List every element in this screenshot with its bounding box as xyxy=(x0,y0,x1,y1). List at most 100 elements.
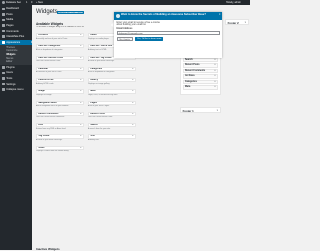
email-field[interactable]: delaware@example.com xyxy=(116,30,220,36)
widget-description: Arbitrary text. xyxy=(88,138,100,141)
collapse-menu-button[interactable]: Collapse menu xyxy=(0,87,32,93)
expand-arrow-icon[interactable]: ▼ xyxy=(214,86,216,88)
new-content-link[interactable]: + New xyxy=(36,1,43,4)
wordpress-logo-icon[interactable] xyxy=(1,1,5,4)
site-name-link[interactable]: Delaware Seo xyxy=(6,1,21,4)
expand-arrow-icon[interactable]: ▼ xyxy=(214,64,216,66)
expand-arrow-icon[interactable]: ▼ xyxy=(80,135,82,137)
widget-description: Your site's most recent Posts. xyxy=(88,116,113,119)
expand-arrow-icon[interactable]: ▼ xyxy=(80,57,82,59)
expand-arrow-icon[interactable]: ▼ xyxy=(132,90,134,92)
widget-item: Calendar ▼ A calendar of your site's Posts… xyxy=(36,66,84,77)
sidebar-widget[interactable]: Recent Posts ▼ xyxy=(182,63,219,68)
expand-arrow-icon[interactable]: ▼ xyxy=(214,59,216,61)
popup-text: Enter your email to receive a free e-cou… xyxy=(116,21,160,27)
comments-count[interactable]: 0 xyxy=(31,1,32,4)
footer-1-header[interactable]: Footer 1 ▼ xyxy=(181,108,220,114)
paintbrush-icon xyxy=(2,41,5,44)
updates-count[interactable]: 1 xyxy=(26,1,27,4)
popup-header: Want to know the Secrets of Building an … xyxy=(114,12,222,20)
submenu-item-editor[interactable]: Editor xyxy=(0,60,32,64)
expand-arrow-icon[interactable]: ▼ xyxy=(80,124,82,126)
newsletter-popup: Want to know the Secrets of Building an … xyxy=(111,12,222,58)
widget-name: Pages xyxy=(90,101,97,104)
sidebar-widget-name: Recent Posts xyxy=(184,64,200,67)
expand-arrow-icon[interactable]: ▼ xyxy=(80,147,82,149)
expand-arrow-icon[interactable]: ▼ xyxy=(214,75,216,77)
widget-description: Displays an image. xyxy=(36,93,52,96)
expand-arrow-icon[interactable]: ▼ xyxy=(132,68,134,70)
expand-arrow-icon[interactable]: ▼ xyxy=(216,110,218,112)
expand-arrow-icon[interactable]: ▼ xyxy=(132,124,134,126)
plugins-icon xyxy=(2,66,5,69)
no-thanks-button[interactable]: No, thanks xyxy=(116,36,133,41)
widget-name: AMP-WP Recent Posts xyxy=(38,56,63,59)
sidebar-widget-name: Search xyxy=(184,58,193,61)
popup-actions: No, thanks Yes, I'd like to learn more xyxy=(116,36,220,41)
expand-arrow-icon[interactable]: ▼ xyxy=(214,81,216,83)
sidebar-widget[interactable]: Search ▼ xyxy=(182,57,219,63)
widget-description: A search form for your site. xyxy=(88,127,111,130)
howdy-user[interactable]: Howdy, admin xyxy=(226,1,241,4)
widget-description: Login, RSS, & WordPress.org links. xyxy=(88,93,118,96)
media-icon xyxy=(2,18,5,22)
sidebar-widget-name: Categories xyxy=(184,80,197,83)
widget-item: Categories ▼ A list or dropdown of categor… xyxy=(88,66,136,77)
expand-arrow-icon[interactable]: ▼ xyxy=(80,113,82,115)
widget-name: AMP-WP Categories xyxy=(38,45,61,48)
expand-arrow-icon[interactable]: ▼ xyxy=(80,68,82,70)
widget-name: AMP-WP Tag Cloud xyxy=(90,56,112,59)
widget-name: AMP-WP Text & Ads xyxy=(90,45,113,48)
expand-arrow-icon[interactable]: ▼ xyxy=(80,79,82,81)
widget-name: RSS xyxy=(38,124,43,127)
widget-name: Recent Posts xyxy=(90,112,105,115)
expand-arrow-icon[interactable]: ▼ xyxy=(132,113,134,115)
widget-name: Search xyxy=(90,124,98,127)
widget-description: A cloud of your most used tags. xyxy=(36,138,63,141)
widget-name: Audio xyxy=(90,34,97,37)
expand-arrow-icon[interactable]: ▼ xyxy=(80,90,82,92)
widget-name: Gallery xyxy=(90,79,98,82)
widget-name: Image xyxy=(38,90,45,93)
users-icon xyxy=(2,71,5,75)
sidebar-widget-name: Recent Comments xyxy=(184,69,206,72)
expand-arrow-icon[interactable]: ▼ xyxy=(80,45,82,47)
widget-description: A cloud of your most used tags. xyxy=(88,60,115,63)
widget-item: Archives ▼ A monthly archive of your site'… xyxy=(36,33,84,43)
sidebar-widget[interactable]: Archives ▼ xyxy=(182,74,219,79)
widget-description: A list of your site's Pages. xyxy=(88,105,110,108)
sidebar-widget-list: Search ▼ Recent Posts ▼ Recent Comments ▼ Arch… xyxy=(181,57,220,90)
sidebar-widget[interactable]: Categories ▼ xyxy=(182,79,219,85)
expand-arrow-icon[interactable]: ▼ xyxy=(244,22,246,24)
expand-arrow-icon[interactable]: ▼ xyxy=(80,34,82,36)
sidebar-area-footer-2: Footer 2 ▼ xyxy=(225,19,249,25)
expand-arrow-icon[interactable]: ▼ xyxy=(132,79,134,81)
sidebar-widget[interactable]: Recent Comments ▼ xyxy=(182,68,219,74)
learn-more-button[interactable]: Yes, I'd like to learn more xyxy=(134,36,164,41)
widget-description: A list or dropdown of categories. xyxy=(36,48,63,51)
widget-name: Calendar xyxy=(38,67,49,70)
footer-2-header[interactable]: Footer 2 ▼ xyxy=(226,20,248,26)
menu-item-appearance[interactable]: Appearance xyxy=(0,39,32,46)
popup-title: Want to know the Secrets of Building an … xyxy=(121,12,206,16)
close-icon[interactable]: × xyxy=(219,13,221,16)
widget-name: Archives xyxy=(38,34,48,37)
expand-arrow-icon[interactable]: ▼ xyxy=(132,135,134,137)
widget-item: Recent Posts ▼ Your site's most recent Pos… xyxy=(88,111,136,122)
expand-arrow-icon[interactable]: ▼ xyxy=(80,102,82,104)
widget-description: A monthly archive of your site's Posts. xyxy=(36,37,68,40)
posts-icon xyxy=(2,13,5,16)
widget-name: Categories xyxy=(90,67,103,70)
expand-arrow-icon[interactable]: ▼ xyxy=(214,70,216,72)
sidebar-widget[interactable]: Meta ▼ xyxy=(182,85,219,90)
widget-item: Tag Cloud ▼ A cloud of your most used tags… xyxy=(36,134,84,144)
pages-icon xyxy=(2,24,5,27)
widget-item: AMP-WP Recent Posts ▼ Your site's most rec… xyxy=(36,55,84,66)
page-title: Widgets xyxy=(36,9,58,15)
expand-arrow-icon[interactable]: ▼ xyxy=(132,102,134,104)
widget-description: Displays an image gallery. xyxy=(88,82,110,85)
manage-live-preview-button[interactable]: Manage with Live Preview xyxy=(57,11,84,15)
sidebar-area-footer-1: Footer 1 ▼ xyxy=(180,107,221,113)
dashboard-icon xyxy=(2,7,5,11)
widget-name: Meta xyxy=(90,90,96,93)
